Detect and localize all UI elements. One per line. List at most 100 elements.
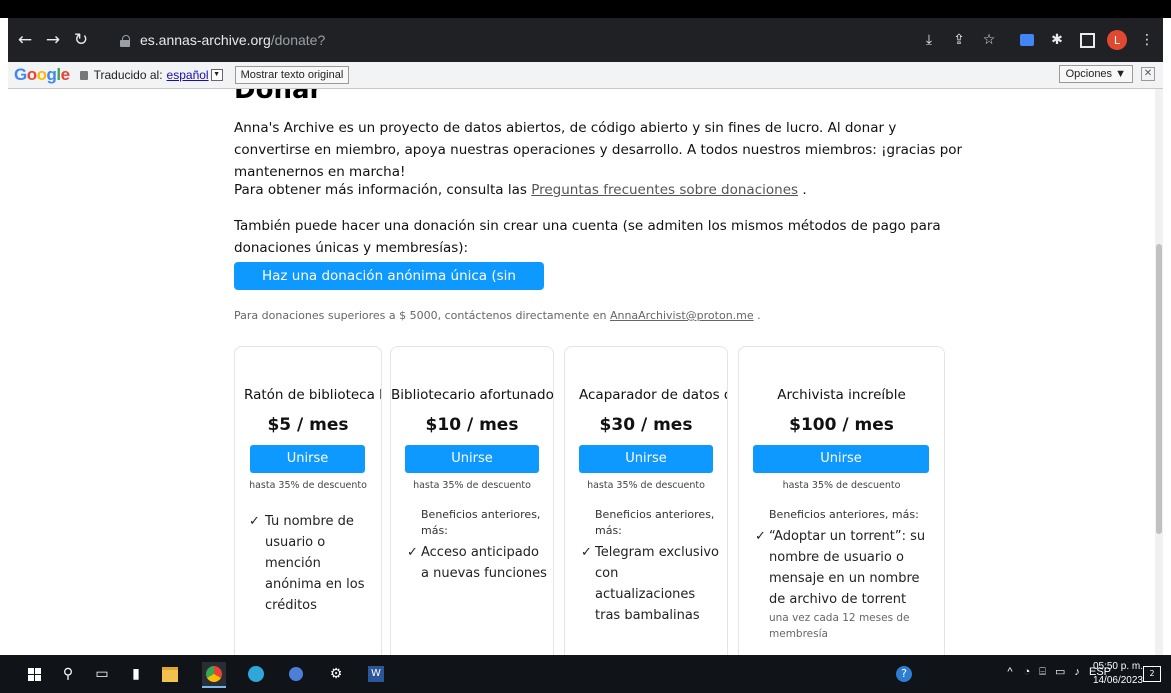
large-donation-prefix: Para donaciones superiores a $ 5000, con… (234, 309, 607, 322)
translate-icon[interactable] (1015, 28, 1039, 52)
help-icon[interactable]: ? (892, 662, 916, 686)
intro-text: Anna's Archive es un proyecto de datos a… (234, 120, 963, 180)
anonymous-donation-button[interactable]: Haz una donación anónima única (sin vent… (234, 262, 544, 312)
back-icon[interactable]: ← (14, 29, 36, 51)
chrome-icon[interactable] (202, 662, 226, 688)
install-icon[interactable]: ⤓ (917, 28, 941, 52)
tray-chevron-icon[interactable]: ^ (1007, 666, 1012, 678)
check-icon: ✓ (407, 545, 418, 560)
tier-title: Bibliotecario afortunado (391, 387, 554, 403)
reload-icon[interactable]: ↻ (70, 29, 92, 51)
clock-time: 05:50 p. m. (1092, 661, 1143, 672)
benefit-list: Beneficios anteriores, más: ✓ Telegram e… (581, 507, 721, 626)
join-button[interactable]: Unirse (250, 445, 365, 473)
google-logo: Google (14, 65, 70, 84)
magnifier-app-icon[interactable] (284, 662, 308, 686)
benefit-text: “Adoptar un torrent”: su nombre de usuar… (769, 529, 926, 607)
url-host: es.annas-archive.org (140, 32, 271, 48)
menu-icon[interactable]: ⋮ (1135, 28, 1159, 52)
join-button[interactable]: Unirse (579, 445, 713, 473)
browser-toolbar: ← → ↻ es.annas-archive.org/donate? ⤓ ⇪ ☆… (8, 18, 1163, 62)
close-icon[interactable]: ✕ (1141, 67, 1155, 81)
join-button[interactable]: Unirse (405, 445, 539, 473)
benefit-prefix: Beneficios anteriores, más: (769, 508, 919, 521)
tier-title: Ratón de biblioteca brillante (244, 387, 381, 403)
translate-bar: Google Traducido al: español ▼ Mostrar t… (8, 62, 1163, 89)
settings-gear-icon[interactable]: ⚙ (324, 662, 348, 686)
page-content: Donar Anna's Archive es un proyecto de d… (8, 89, 1163, 655)
check-icon: ✓ (249, 514, 260, 529)
language-link[interactable]: español (167, 68, 209, 82)
url-text[interactable]: es.annas-archive.org/donate? (140, 32, 325, 48)
discount-text: hasta 35% de descuento (782, 480, 901, 491)
benefit-list: Beneficios anteriores, más: ✓ “Adoptar u… (755, 507, 935, 642)
file-explorer-icon[interactable] (158, 662, 182, 686)
profile-avatar[interactable]: L (1105, 28, 1129, 52)
notification-count: 2 (1143, 666, 1161, 682)
tier-card-4: Archivista increíble $100 / mes Unirse h… (738, 346, 945, 655)
search-icon[interactable]: ⚲ (56, 662, 80, 686)
discount-text: hasta 35% de descuento (249, 480, 367, 491)
wifi-icon[interactable]: ◔ (1024, 666, 1031, 678)
large-donation-suffix: . (757, 309, 761, 322)
tier-price: $30 / mes (599, 415, 693, 435)
more-info-text: Para obtener más información, consulta l… (234, 179, 964, 201)
star-icon[interactable]: ☆ (977, 28, 1001, 52)
benefit-text: Telegram exclusivo con actualizaciones t… (595, 545, 719, 623)
battery-icon[interactable]: ▭ (1055, 666, 1065, 678)
sidepanel-icon[interactable] (1075, 28, 1099, 52)
task-view-icon[interactable]: ▭ (90, 662, 114, 686)
more-info-suffix: . (802, 182, 807, 198)
tier-card-2: Bibliotecario afortunado $10 / mes Unirs… (390, 346, 554, 655)
windows-start-icon[interactable] (22, 662, 46, 686)
tier-card-1: Ratón de biblioteca brillante $5 / mes U… (234, 346, 382, 655)
network-icon[interactable]: ⌸ (1039, 666, 1046, 678)
tier-title: Archivista increíble (777, 387, 906, 403)
benefit-prefix: Beneficios anteriores, más: (595, 508, 715, 537)
discount-text: hasta 35% de descuento (587, 480, 705, 491)
lock-icon (120, 34, 130, 47)
language-dropdown-icon[interactable]: ▼ (210, 69, 223, 81)
tier-price: $100 / mes (789, 415, 894, 435)
url-path: /donate? (270, 32, 326, 48)
tier-title: Acaparador de datos deslumbrante (579, 387, 727, 403)
options-button[interactable]: Opciones ▼ (1058, 65, 1133, 83)
benefit-text: Tu nombre de usuario o mención anónima e… (265, 514, 365, 613)
anon-text: También puede hacer una donación sin cre… (234, 218, 941, 256)
usb-app-icon[interactable]: ▮ (124, 662, 148, 686)
show-original-button[interactable]: Mostrar texto original (234, 66, 350, 84)
benefit-list: ✓ Tu nombre de usuario o mención anónima… (249, 511, 374, 616)
page-title: Donar (234, 89, 323, 105)
word-icon[interactable]: W (364, 662, 388, 686)
toolbar-right-icons: ⤓ ⇪ ☆ ✱ L ⋮ (911, 18, 1163, 62)
large-donation-note: Para donaciones superiores a $ 5000, con… (234, 309, 761, 322)
contact-email-link[interactable]: AnnaArchivist@proton.me (610, 309, 754, 322)
benefit-note: una vez cada 12 meses de membresía (769, 612, 910, 640)
clock[interactable]: 05:50 p. m. 14/06/2023 (1093, 660, 1143, 688)
discount-text: hasta 35% de descuento (413, 480, 531, 491)
scrollbar-thumb[interactable] (1156, 244, 1162, 534)
share-icon[interactable]: ⇪ (947, 28, 971, 52)
benefit-list: Beneficios anteriores, más: ✓ Acceso ant… (407, 507, 547, 584)
clock-date: 14/06/2023 (1092, 675, 1143, 686)
page-scrollbar[interactable] (1155, 89, 1163, 655)
more-info-prefix: Para obtener más información, consulta l… (234, 182, 527, 198)
tier-price: $5 / mes (267, 415, 349, 435)
forward-icon[interactable]: → (42, 29, 64, 51)
translated-to-label: Traducido al: (93, 68, 163, 82)
tier-price: $10 / mes (425, 415, 519, 435)
check-icon: ✓ (755, 529, 766, 544)
secure-icon (79, 70, 88, 80)
window-top-edge (0, 0, 1171, 18)
extensions-icon[interactable]: ✱ (1045, 28, 1069, 52)
join-button[interactable]: Unirse (753, 445, 929, 473)
address-bar[interactable]: es.annas-archive.org/donate? (112, 23, 932, 57)
volume-icon[interactable]: ♪ (1074, 666, 1080, 678)
tier-card-3: Acaparador de datos deslumbrante $30 / m… (564, 346, 728, 655)
check-icon: ✓ (581, 545, 592, 560)
benefit-prefix: Beneficios anteriores, más: (421, 508, 541, 537)
edge-icon[interactable] (244, 662, 268, 686)
benefit-text: Acceso anticipado a nuevas funciones (421, 545, 547, 581)
faq-link[interactable]: Preguntas frecuentes sobre donaciones (531, 182, 798, 198)
notifications-icon[interactable]: 2 (1140, 662, 1164, 686)
